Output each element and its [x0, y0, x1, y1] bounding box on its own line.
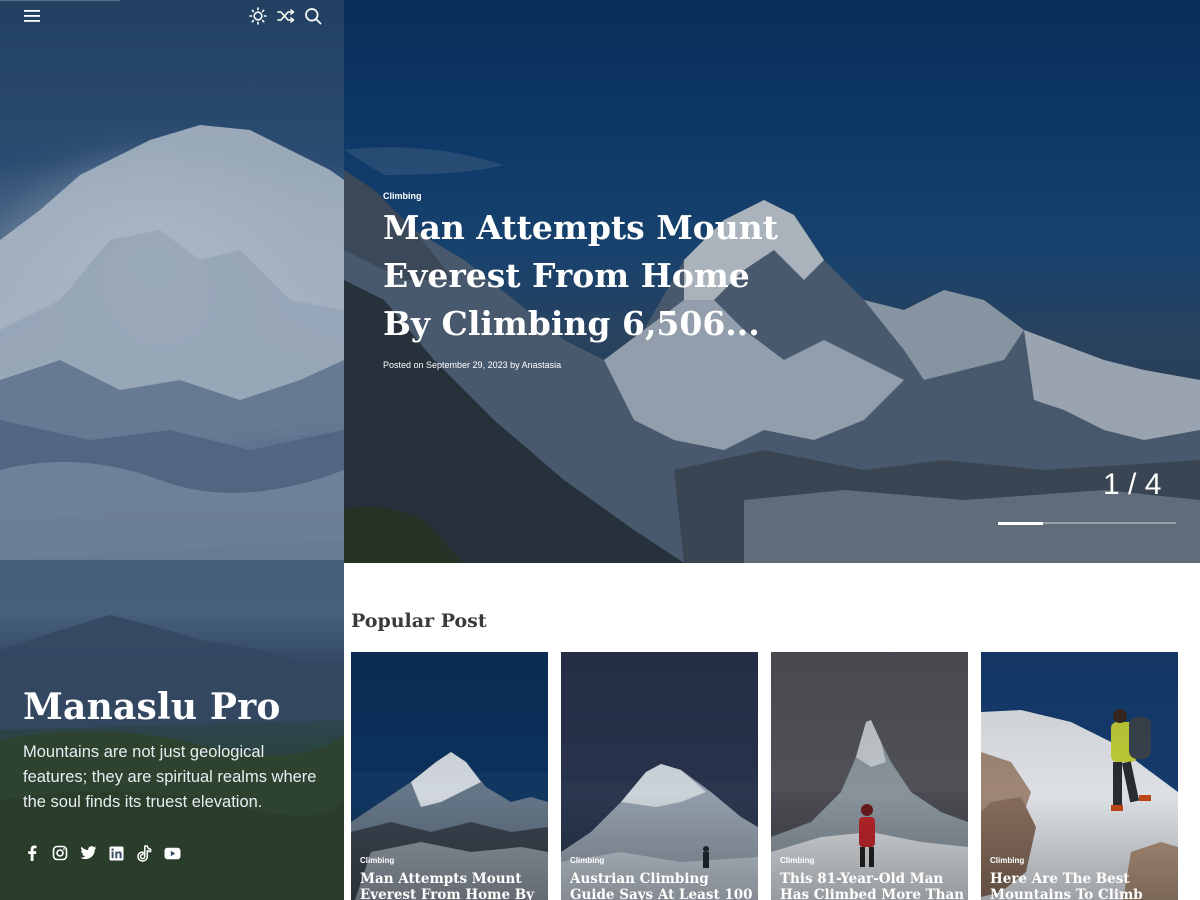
youtube-icon[interactable] — [163, 843, 181, 863]
social-links — [23, 843, 181, 863]
slide-counter: 1 / 4 — [1103, 468, 1162, 501]
instagram-icon[interactable] — [51, 843, 69, 863]
site-title[interactable]: Manaslu Pro — [23, 686, 281, 728]
post-card-category[interactable]: Climbing — [990, 856, 1024, 865]
post-card-category[interactable]: Climbing — [570, 856, 604, 865]
post-card-category[interactable]: Climbing — [360, 856, 394, 865]
post-card-category[interactable]: Climbing — [780, 856, 814, 865]
slide-progress-track — [998, 521, 1176, 525]
site-tagline: Mountains are not just geological featur… — [23, 743, 317, 811]
twitter-icon[interactable] — [79, 843, 97, 863]
post-card[interactable]: Climbing Austrian Climbing Guide Says At… — [561, 652, 758, 900]
post-card-title[interactable]: This 81-Year-Old Man Has Climbed More Th… — [780, 871, 965, 900]
hero-slider[interactable]: Climbing Man Attempts Mount Everest From… — [344, 0, 1200, 563]
post-card-title[interactable]: Man Attempts Mount Everest From Home By — [360, 871, 545, 900]
hero-title-link[interactable]: Man Attempts Mount Everest From Home By … — [383, 204, 803, 348]
post-card[interactable]: Climbing This 81-Year-Old Man Has Climbe… — [771, 652, 968, 900]
search-icon[interactable] — [303, 6, 323, 26]
top-border — [0, 0, 120, 1]
popular-post-heading: Popular Post — [351, 610, 487, 632]
sidebar: Manaslu Pro Mountains are not just geolo… — [0, 0, 344, 900]
shuffle-icon[interactable] — [276, 6, 296, 26]
post-card[interactable]: Climbing Here Are The Best Mountains To … — [981, 652, 1178, 900]
linkedin-icon[interactable] — [107, 843, 125, 863]
post-card-title[interactable]: Austrian Climbing Guide Says At Least 10… — [570, 871, 755, 900]
tiktok-icon[interactable] — [135, 843, 153, 863]
post-card-title[interactable]: Here Are The Best Mountains To Climb — [990, 871, 1175, 900]
post-card[interactable]: Climbing Man Attempts Mount Everest From… — [351, 652, 548, 900]
slide-progress-bar — [998, 521, 1043, 525]
sun-icon[interactable] — [248, 6, 268, 26]
hero-category-link[interactable]: Climbing — [383, 191, 422, 201]
facebook-icon[interactable] — [23, 843, 41, 863]
hero-meta: Posted on September 29, 2023 by Anastasi… — [383, 360, 562, 370]
menu-icon[interactable] — [22, 6, 42, 26]
